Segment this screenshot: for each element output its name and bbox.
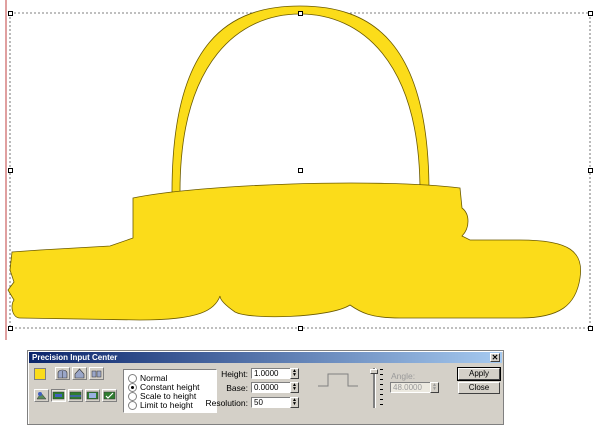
base-spinner[interactable]: ▲ ▼ <box>290 382 299 393</box>
arch-normal-icon[interactable] <box>55 367 70 380</box>
apply-button[interactable]: Apply <box>457 367 501 381</box>
height-label: Height: <box>221 369 248 379</box>
panel-titlebar[interactable]: Precision Input Center ✕ <box>29 352 502 363</box>
angle-spinner: ▲ ▼ <box>430 382 439 393</box>
slider-ticks <box>380 369 383 407</box>
handle-middle-left[interactable] <box>8 168 13 173</box>
height-spinner[interactable]: ▲ ▼ <box>290 368 299 379</box>
angle-slider[interactable] <box>370 368 378 408</box>
precision-input-center-panel: Precision Input Center ✕ Normal Constant… <box>27 350 504 425</box>
radio-dot <box>128 383 137 392</box>
layer-tool-5-icon[interactable] <box>102 389 117 402</box>
handle-top-left[interactable] <box>8 11 13 16</box>
radio-dot <box>128 392 137 401</box>
handle-bottom-right[interactable] <box>588 326 593 331</box>
radio-dot <box>128 401 137 410</box>
slider-thumb[interactable] <box>370 369 378 374</box>
layer-tool-2-icon[interactable] <box>51 389 66 402</box>
handle-middle-right[interactable] <box>588 168 593 173</box>
color-swatch-icon[interactable] <box>34 368 46 380</box>
handle-bottom-center[interactable] <box>298 326 303 331</box>
layer-tool-3-icon[interactable] <box>68 389 83 402</box>
arch-peak-icon[interactable] <box>72 367 87 380</box>
handle-top-right[interactable] <box>588 11 593 16</box>
panel-title: Precision Input Center <box>32 353 118 362</box>
close-icon[interactable]: ✕ <box>490 353 500 362</box>
base-shape[interactable] <box>7 182 582 321</box>
slider-track <box>373 368 376 408</box>
design-canvas[interactable] <box>0 0 600 340</box>
columns-icon[interactable] <box>89 367 104 380</box>
layer-tool-1-icon[interactable] <box>34 389 49 402</box>
close-button[interactable]: Close <box>458 382 500 394</box>
handle-top-center[interactable] <box>298 11 303 16</box>
profile-preview <box>318 373 358 387</box>
handle-center[interactable] <box>298 168 303 173</box>
mode-label: Limit to height <box>140 400 193 410</box>
angle-label: Angle: <box>391 371 416 381</box>
radio-dot <box>128 374 137 383</box>
resolution-label: Resolution: <box>205 398 248 408</box>
base-label: Base: <box>226 383 248 393</box>
arch-shape[interactable] <box>171 5 430 193</box>
layer-tool-4-icon[interactable] <box>85 389 100 402</box>
handle-bottom-left[interactable] <box>8 326 13 331</box>
resolution-spinner[interactable]: ▲ ▼ <box>290 397 299 408</box>
